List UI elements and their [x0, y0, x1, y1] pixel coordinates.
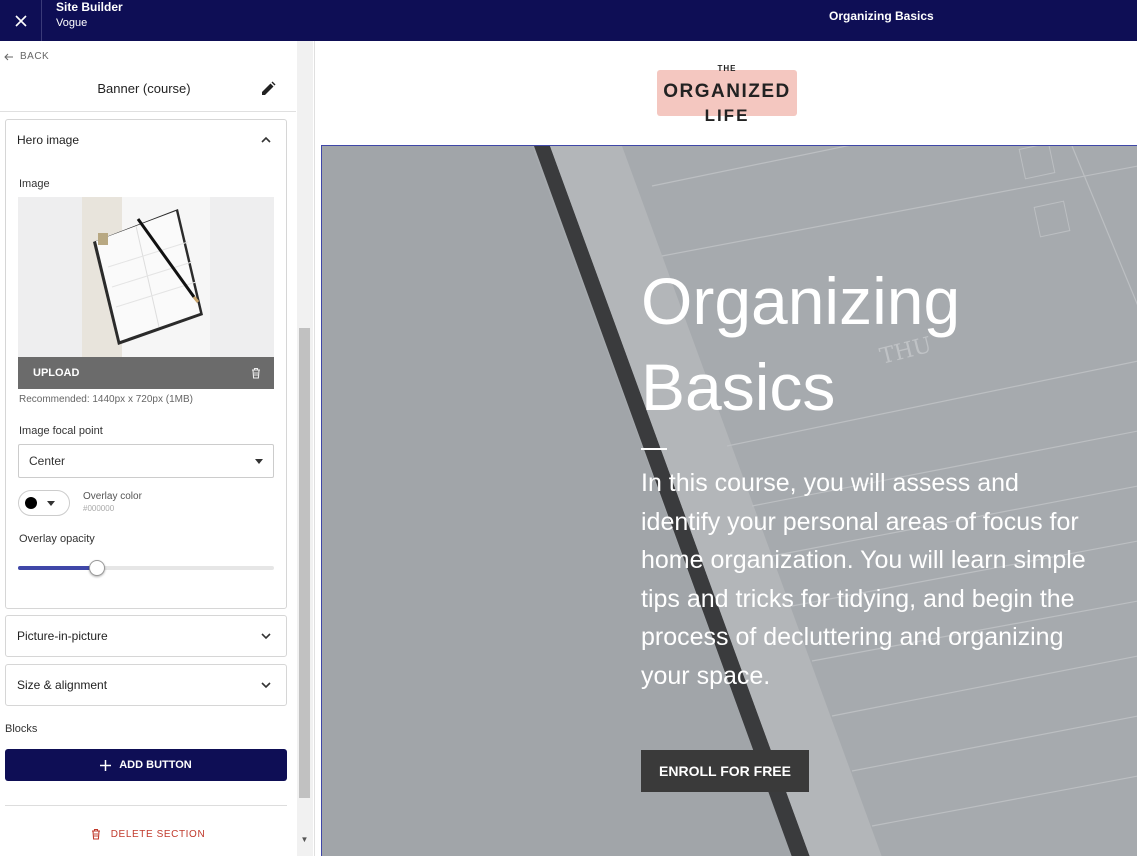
size-alignment-panel[interactable]: Size & alignment — [5, 664, 287, 706]
planner-thumbnail — [82, 197, 210, 357]
slider-fill — [18, 566, 98, 570]
focal-point-label: Image focal point — [19, 425, 103, 437]
pencil-icon[interactable] — [260, 81, 276, 97]
focal-point-select[interactable]: Center — [18, 444, 274, 478]
section-title: Banner (course) — [97, 81, 191, 96]
trash-icon[interactable] — [251, 367, 261, 379]
image-label: Image — [19, 178, 50, 190]
close-button[interactable] — [0, 0, 42, 41]
overlay-color-picker[interactable] — [18, 490, 70, 516]
add-button[interactable]: ADD BUTTON — [5, 749, 287, 781]
chevron-down-icon — [261, 682, 271, 689]
panel-title: Hero image — [17, 133, 80, 147]
hero-banner[interactable]: THU Organizing Basics In this course, yo… — [321, 145, 1137, 856]
chevron-up-icon — [261, 136, 271, 143]
logo-line-3: LIFE — [704, 106, 750, 125]
enroll-button[interactable]: ENROLL FOR FREE — [641, 750, 809, 792]
hero-image-panel-header[interactable]: Hero image — [6, 120, 286, 160]
hero-divider — [641, 448, 667, 450]
back-label: BACK — [20, 51, 50, 62]
hero-image-panel: Hero image Image UPLOAD Recommended: 144… — [5, 119, 287, 609]
trash-icon — [91, 828, 100, 840]
hero-title: Organizing Basics — [641, 264, 961, 424]
overlay-opacity-slider[interactable] — [18, 560, 274, 576]
app-title: Site Builder — [56, 0, 123, 14]
chevron-down-icon — [261, 633, 271, 640]
logo-line-1: THE — [717, 64, 737, 73]
picture-in-picture-panel[interactable]: Picture-in-picture — [5, 615, 287, 657]
site-header: THE ORGANIZED LIFE — [320, 48, 1137, 144]
sidebar: BACK Banner (course) Hero image Image UP… — [0, 41, 315, 856]
panel-title: Picture-in-picture — [17, 629, 108, 643]
dropdown-arrow-icon — [47, 500, 55, 506]
upload-button[interactable]: UPLOAD — [18, 357, 274, 389]
image-thumbnail — [18, 197, 274, 357]
site-logo[interactable]: THE ORGANIZED LIFE — [657, 64, 797, 125]
back-button[interactable]: BACK — [4, 51, 49, 62]
site-name: Vogue — [56, 17, 88, 29]
overlay-opacity-label: Overlay opacity — [19, 533, 95, 545]
delete-section-label: DELETE SECTION — [110, 828, 206, 840]
delete-section-button[interactable]: DELETE SECTION — [0, 828, 296, 840]
page-title: Organizing Basics — [829, 9, 934, 23]
close-icon — [14, 14, 27, 27]
arrow-left-icon — [4, 53, 13, 60]
top-bar: Site Builder Vogue Organizing Basics — [0, 0, 1137, 41]
color-swatch — [25, 497, 37, 509]
focal-point-value: Center — [29, 454, 66, 468]
logo-line-2: ORGANIZED — [663, 81, 791, 102]
overlay-color-hex: #000000 — [83, 504, 115, 513]
divider — [0, 111, 296, 112]
blocks-label: Blocks — [5, 723, 38, 735]
pip-panel-header[interactable]: Picture-in-picture — [6, 616, 286, 656]
recommended-size-note: Recommended: 1440px x 720px (1MB) — [19, 394, 193, 405]
overlay-color-label: Overlay color — [83, 491, 142, 502]
panel-title: Size & alignment — [17, 678, 108, 692]
dropdown-arrow-icon — [255, 458, 263, 464]
size-panel-header[interactable]: Size & alignment — [6, 665, 286, 705]
hero-description: In this course, you will assess and iden… — [641, 469, 1086, 690]
upload-label: UPLOAD — [33, 367, 80, 379]
plus-icon — [100, 759, 112, 771]
divider — [5, 805, 287, 806]
scroll-down-arrow-icon[interactable]: ▼ — [299, 835, 310, 845]
add-button-label: ADD BUTTON — [119, 759, 192, 771]
slider-handle[interactable] — [89, 560, 106, 576]
site-preview: THE ORGANIZED LIFE THU Organizing Basics… — [320, 48, 1137, 856]
scrollbar-thumb[interactable] — [299, 328, 310, 798]
